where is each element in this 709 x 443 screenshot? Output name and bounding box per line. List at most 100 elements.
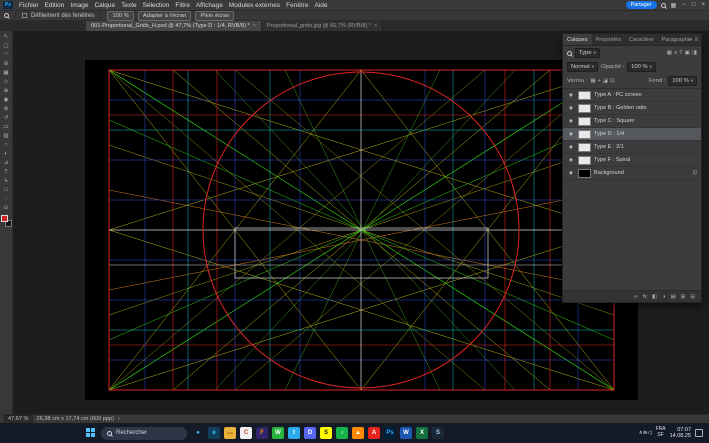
clone-stamp-tool[interactable]: ⊛ bbox=[1, 104, 12, 113]
status-chevron-icon[interactable]: › bbox=[118, 416, 120, 422]
photoshop-icon[interactable]: Ps bbox=[384, 427, 396, 439]
layer-filter-select[interactable]: Type ▾ bbox=[575, 48, 600, 58]
hand-tool[interactable]: ◌ bbox=[1, 194, 12, 203]
document-tab-jpg[interactable]: Proportional_grids.jpg @ 66,7% (RVB/8) *… bbox=[262, 21, 383, 31]
brush-tool[interactable]: ◉ bbox=[1, 95, 12, 104]
adjustment-layer-icon[interactable]: ◑ bbox=[662, 294, 665, 300]
menu-item[interactable]: Affichage bbox=[193, 2, 226, 9]
menu-item[interactable]: Image bbox=[67, 2, 91, 9]
eyedropper-tool[interactable]: ◇ bbox=[1, 77, 12, 86]
new-layer-icon[interactable]: ⊞ bbox=[681, 294, 686, 300]
type-tool[interactable]: T bbox=[1, 167, 12, 176]
language-indicator[interactable]: FRA SF bbox=[656, 427, 666, 439]
menu-item[interactable]: Fenêtre bbox=[283, 2, 311, 9]
visibility-eye-icon[interactable]: ◉ bbox=[567, 131, 575, 137]
document-tab-psd[interactable]: 001-Proportional_Grids_H.psd @ 47,7% (Ty… bbox=[86, 21, 262, 31]
menu-item[interactable]: Modules externes bbox=[226, 2, 283, 9]
lock-all-icon[interactable]: ⊡ bbox=[610, 78, 615, 84]
visibility-eye-icon[interactable]: ◉ bbox=[567, 144, 575, 150]
quick-selection-tool[interactable]: ⊚ bbox=[1, 59, 12, 68]
volume-icon[interactable]: ◁ bbox=[647, 430, 651, 436]
filter-adjustment-layers-icon[interactable]: ≡ bbox=[674, 50, 677, 56]
fit-screen-button[interactable]: Adapter à l'écran bbox=[138, 11, 192, 21]
visibility-eye-icon[interactable]: ◉ bbox=[567, 92, 575, 98]
menu-item[interactable]: Fichier bbox=[16, 2, 42, 9]
artboard-svg[interactable] bbox=[85, 60, 638, 400]
word-icon[interactable]: W bbox=[400, 427, 412, 439]
move-tool[interactable]: ↖ bbox=[1, 32, 12, 41]
eraser-tool[interactable]: ▭ bbox=[1, 122, 12, 131]
lock-transparency-icon[interactable]: ▦ bbox=[590, 78, 595, 84]
start-button[interactable] bbox=[86, 428, 96, 438]
layer-row[interactable]: ◉ Type C : Square bbox=[563, 115, 701, 128]
share-button[interactable]: Partager bbox=[626, 1, 657, 9]
pen-tool[interactable]: ⊿ bbox=[1, 158, 12, 167]
notification-center-icon[interactable] bbox=[695, 429, 703, 437]
history-brush-tool[interactable]: ↺ bbox=[1, 113, 12, 122]
spotify-icon[interactable]: ♪ bbox=[336, 427, 348, 439]
fill-select[interactable]: 100 % ▾ bbox=[668, 76, 697, 86]
excel-icon[interactable]: X bbox=[416, 427, 428, 439]
zoom-100-button[interactable]: 100 % bbox=[107, 11, 133, 21]
shape-tool[interactable]: □ bbox=[1, 185, 12, 194]
firefox-icon[interactable]: F bbox=[256, 427, 268, 439]
lasso-tool[interactable]: ◠ bbox=[1, 50, 12, 59]
scroll-all-windows-checkbox[interactable] bbox=[22, 13, 27, 18]
file-explorer-icon[interactable]: ▬ bbox=[224, 427, 236, 439]
layer-effects-icon[interactable]: fx bbox=[643, 294, 647, 300]
telegram-icon[interactable]: t bbox=[288, 427, 300, 439]
filter-type-layers-icon[interactable]: T bbox=[679, 50, 682, 56]
visibility-eye-icon[interactable]: ◉ bbox=[567, 105, 575, 111]
lock-position-icon[interactable]: + bbox=[598, 78, 601, 84]
blend-mode-select[interactable]: Normal ▾ bbox=[567, 62, 598, 72]
dodge-tool[interactable]: ◐ bbox=[1, 149, 12, 158]
lock-artboard-icon[interactable]: ◪ bbox=[603, 78, 608, 84]
marquee-tool[interactable]: ▢ bbox=[1, 41, 12, 50]
layer-row[interactable]: ◉ Type E : 2/1 bbox=[563, 141, 701, 154]
path-selection-tool[interactable]: ↳ bbox=[1, 176, 12, 185]
menu-item[interactable]: Filtre bbox=[172, 2, 192, 9]
zoom-tool[interactable]: ⊙ bbox=[1, 203, 12, 212]
tab-close-icon[interactable]: × bbox=[374, 23, 377, 29]
menu-item[interactable]: Sélection bbox=[140, 2, 173, 9]
crop-tool[interactable]: ▦ bbox=[1, 68, 12, 77]
panel-collapse-icon[interactable]: » bbox=[689, 37, 692, 43]
filter-pixel-layers-icon[interactable]: ▦ bbox=[667, 50, 672, 56]
close-button[interactable]: × bbox=[700, 2, 706, 8]
steam-icon[interactable]: S bbox=[432, 427, 444, 439]
clock[interactable]: 07:07 14.08.25 bbox=[670, 427, 691, 440]
layer-mask-icon[interactable]: ◧ bbox=[652, 294, 657, 300]
vlc-icon[interactable]: ▲ bbox=[352, 427, 364, 439]
chrome-icon[interactable]: C bbox=[240, 427, 252, 439]
menu-item[interactable]: Edition bbox=[42, 2, 68, 9]
minimize-button[interactable]: − bbox=[681, 2, 687, 8]
layer-row[interactable]: ◉ Type D : 1/4 bbox=[563, 128, 701, 141]
taskbar-search[interactable]: Rechercher bbox=[101, 427, 187, 440]
filter-shape-layers-icon[interactable]: ▣ bbox=[685, 50, 690, 56]
discord-icon[interactable]: D bbox=[304, 427, 316, 439]
panel-tab-caractere[interactable]: Caractère bbox=[625, 34, 658, 45]
tab-close-icon[interactable]: × bbox=[253, 23, 256, 29]
full-screen-button[interactable]: Plein écran bbox=[195, 11, 234, 21]
visibility-eye-icon[interactable]: ◉ bbox=[567, 118, 575, 124]
layer-row[interactable]: ◉ Type B : Golden ratio bbox=[563, 102, 701, 115]
edge-icon[interactable]: e bbox=[208, 427, 220, 439]
artboard[interactable] bbox=[85, 60, 638, 400]
menu-item[interactable]: Calque bbox=[91, 2, 118, 9]
layer-row[interactable]: ◉ Background ⊡ bbox=[563, 167, 701, 180]
blur-tool[interactable]: ○ bbox=[1, 140, 12, 149]
visibility-eye-icon[interactable]: ◉ bbox=[567, 157, 575, 163]
delete-layer-icon[interactable]: ⊟ bbox=[690, 294, 695, 300]
visibility-eye-icon[interactable]: ◉ bbox=[567, 170, 575, 176]
whatsapp-icon[interactable]: W bbox=[272, 427, 284, 439]
snapchat-icon[interactable]: S bbox=[320, 427, 332, 439]
panel-tab-calques[interactable]: Calques bbox=[563, 34, 592, 45]
adobe-icon[interactable]: A bbox=[368, 427, 380, 439]
maximize-button[interactable]: □ bbox=[691, 2, 697, 8]
panel-tab-proprietes[interactable]: Propriétés bbox=[592, 34, 626, 45]
workspace-switcher-icon[interactable]: ▦ bbox=[670, 2, 678, 9]
layer-row[interactable]: ◉ Type F : Spiral bbox=[563, 154, 701, 167]
menu-item[interactable]: Aide bbox=[312, 2, 331, 9]
menu-item[interactable]: Texte bbox=[118, 2, 140, 9]
foreground-color-swatch[interactable] bbox=[1, 215, 8, 222]
